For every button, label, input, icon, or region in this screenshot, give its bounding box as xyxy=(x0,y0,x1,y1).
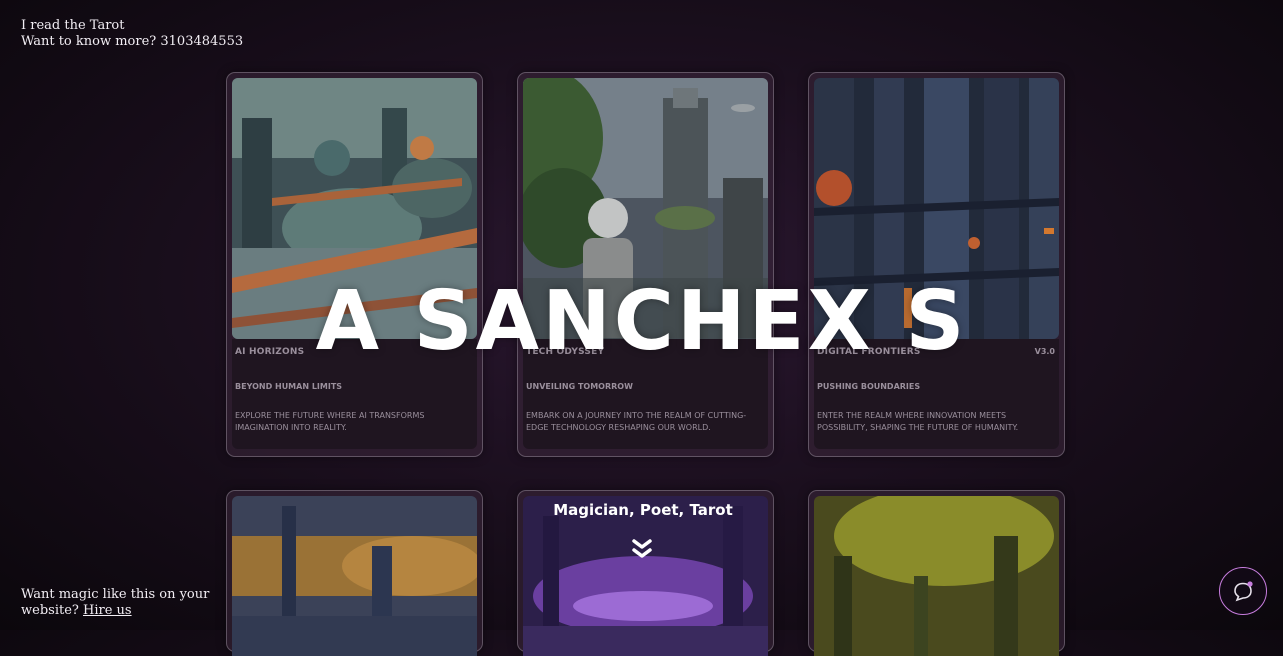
card-image-sunset-city xyxy=(232,496,477,656)
hire-us-link[interactable]: Hire us xyxy=(83,603,132,618)
chat-button[interactable] xyxy=(1219,567,1267,615)
card-digital-frontiers[interactable]: Digital Frontiers V3.0 Pushing Boundarie… xyxy=(808,72,1065,457)
card-description: Embark on a journey into the realm of cu… xyxy=(526,411,747,432)
chevron-double-down-icon[interactable] xyxy=(632,538,652,560)
card-subtitle: Beyond Human Limits xyxy=(235,382,343,391)
card-description: Explore the future where AI transforms i… xyxy=(235,411,425,432)
card-subtitle: Unveiling Tomorrow xyxy=(526,382,633,391)
card-image-purple-city xyxy=(523,496,768,656)
card-ai-horizons[interactable]: AI Horizons Beyond Human Limits Explore … xyxy=(226,72,483,457)
footer-hire: Want magic like this on your website? Hi… xyxy=(21,587,211,619)
card-row2-1[interactable] xyxy=(226,490,483,656)
card-subtitle: Pushing Boundaries xyxy=(817,382,921,391)
header-line-1: I read the Tarot xyxy=(21,18,125,33)
card-description: Enter the realm where innovation meets p… xyxy=(817,411,1019,432)
hero-title: A SANCHEX S xyxy=(315,274,968,369)
card-image-green-city xyxy=(814,496,1059,656)
header-line-2: Want to know more? 3103484553 xyxy=(21,34,244,49)
card-tech-odyssey[interactable]: Tech Odyssey Unveiling Tomorrow Embark o… xyxy=(517,72,774,457)
card-row2-3[interactable] xyxy=(808,490,1065,656)
hero-tagline: Magician, Poet, Tarot xyxy=(553,501,733,519)
header-info: I read the Tarot Want to know more? 3103… xyxy=(21,18,243,50)
chat-bubble-icon xyxy=(1234,581,1253,602)
